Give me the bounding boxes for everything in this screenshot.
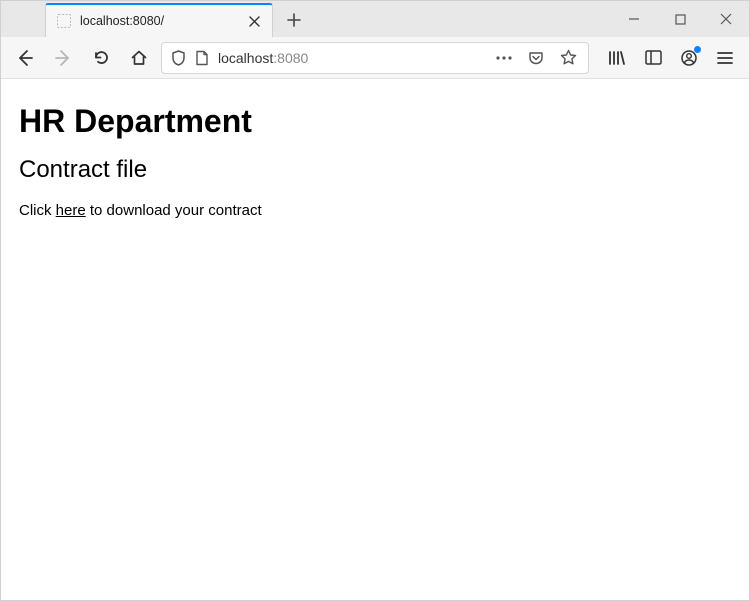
- favicon-placeholder-icon: [56, 13, 72, 29]
- tracking-shield-icon[interactable]: [170, 50, 186, 66]
- url-bar[interactable]: localhost:8080: [161, 42, 589, 74]
- account-button[interactable]: [673, 42, 705, 74]
- notification-dot-icon: [694, 46, 701, 53]
- page-content: HR Department Contract file Click here t…: [1, 79, 749, 600]
- url-host: localhost: [218, 50, 273, 66]
- url-port: :8080: [273, 50, 308, 66]
- download-link[interactable]: here: [56, 202, 86, 219]
- nav-toolbar: localhost:8080: [1, 37, 749, 79]
- tab-strip-spacer: [1, 1, 45, 37]
- page-info-icon[interactable]: [194, 50, 210, 66]
- tab-strip: localhost:8080/: [1, 1, 749, 37]
- tab-title: localhost:8080/: [80, 14, 246, 28]
- app-menu-button[interactable]: [709, 42, 741, 74]
- page-paragraph: Click here to download your contract: [19, 202, 731, 219]
- reload-button[interactable]: [85, 42, 117, 74]
- browser-window: localhost:8080/: [0, 0, 750, 601]
- pocket-button[interactable]: [524, 46, 548, 70]
- window-minimize-button[interactable]: [611, 1, 657, 37]
- bookmark-star-button[interactable]: [556, 46, 580, 70]
- window-maximize-button[interactable]: [657, 1, 703, 37]
- url-text: localhost:8080: [218, 50, 484, 66]
- library-button[interactable]: [601, 42, 633, 74]
- home-button[interactable]: [123, 42, 155, 74]
- new-tab-button[interactable]: [279, 5, 309, 35]
- page-heading-2: Contract file: [19, 156, 731, 184]
- tab-close-button[interactable]: [246, 13, 262, 29]
- paragraph-text-after: to download your contract: [86, 202, 262, 219]
- toolbar-right-cluster: [601, 42, 741, 74]
- sidebars-button[interactable]: [637, 42, 669, 74]
- page-heading-1: HR Department: [19, 103, 731, 140]
- browser-tab[interactable]: localhost:8080/: [45, 3, 273, 37]
- forward-button[interactable]: [47, 42, 79, 74]
- page-actions-button[interactable]: [492, 46, 516, 70]
- window-controls: [611, 1, 749, 37]
- back-button[interactable]: [9, 42, 41, 74]
- window-close-button[interactable]: [703, 1, 749, 37]
- paragraph-text-before: Click: [19, 202, 56, 219]
